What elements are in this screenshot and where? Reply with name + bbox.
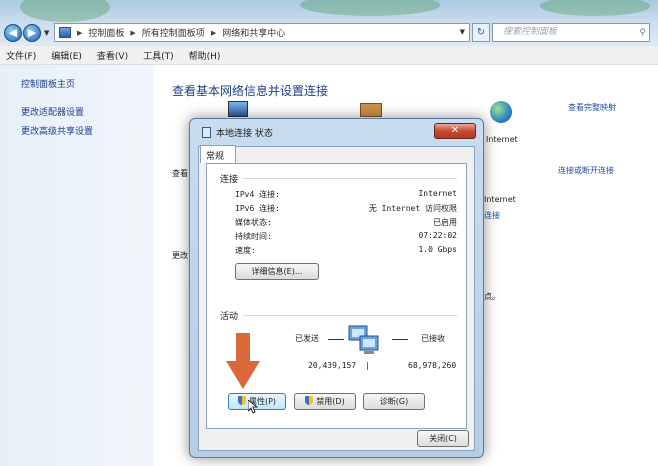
general-tab-panel: 连接 IPv4 连接: Internet IPv6 连接: 无 Internet… (206, 163, 467, 429)
close-icon: ✕ (450, 125, 460, 136)
row-label: IPv6 连接: (235, 204, 280, 213)
row-value: Internet (418, 189, 457, 198)
history-dropdown-icon[interactable]: ▼ (44, 29, 49, 37)
window-title-bar: ◀ ▶ ▼ ▶ 控制面板 ▶ 所有控制面板项 ▶ 网络和共享中心 ▼ ↻ 搜索控… (0, 0, 658, 46)
sidebar-item-control-panel-home[interactable]: 控制面板主页 (21, 77, 75, 90)
background-decoration (300, 0, 440, 16)
menu-help[interactable]: 帮助(H) (189, 49, 221, 62)
bytes-received-value: 68,978,260 (408, 361, 457, 370)
refresh-icon: ↻ (476, 27, 486, 38)
connection-group-label: 连接 (220, 175, 239, 185)
control-panel-icon (59, 27, 71, 38)
background-decoration (540, 0, 650, 16)
sent-dash (328, 339, 344, 340)
instruction-arrow-icon (226, 333, 260, 389)
sidebar-item-adapter-settings[interactable]: 更改适配器设置 (21, 105, 84, 118)
breadcrumb-control-panel[interactable]: 控制面板 (88, 26, 124, 39)
menu-tools[interactable]: 工具(T) (143, 49, 174, 62)
background-decoration (20, 0, 110, 22)
partial-connection-link[interactable]: 连接 (484, 210, 500, 221)
internet-label: Internet (486, 135, 518, 144)
partial-change-label: 更改 (172, 251, 188, 260)
received-dash (392, 339, 408, 340)
sidebar-item-advanced-sharing[interactable]: 更改高级共享设置 (21, 124, 93, 137)
breadcrumb-separator-icon[interactable]: ▶ (211, 29, 216, 37)
connect-disconnect-link[interactable]: 连接或断开连接 (558, 165, 614, 176)
computer-icon (228, 101, 248, 117)
breadcrumb-network-center[interactable]: 网络和共享中心 (222, 26, 285, 39)
row-value: 1.0 Gbps (418, 245, 457, 254)
group-divider (243, 315, 457, 316)
row-label: IPv4 连接: (235, 190, 280, 199)
activity-divider: | (365, 361, 370, 370)
partial-sentence-end: 点。 (484, 292, 500, 301)
sidebar: 控制面板主页 更改适配器设置 更改高级共享设置 (0, 65, 154, 466)
bytes-sent-value: 20,439,157 (308, 361, 357, 370)
search-placeholder: 搜索控制面板 (503, 27, 558, 37)
view-full-map-link[interactable]: 查看完整映射 (568, 102, 616, 113)
dialog-title: 本地连接 状态 (202, 126, 273, 139)
partial-view-label: 查看 (172, 169, 188, 178)
address-bar[interactable]: ▶ 控制面板 ▶ 所有控制面板项 ▶ 网络和共享中心 ▼ (54, 23, 470, 42)
back-button[interactable]: ◀ (4, 24, 22, 42)
details-button[interactable]: 详细信息(E)... (235, 263, 319, 280)
menu-edit[interactable]: 编辑(E) (51, 49, 82, 62)
menu-view[interactable]: 查看(V) (97, 49, 128, 62)
tab-general[interactable]: 常规 (200, 145, 236, 163)
activity-group-label: 活动 (220, 312, 239, 322)
row-value: 已启用 (433, 218, 457, 227)
back-arrow-icon: ◀ (8, 26, 18, 39)
row-value: 07:22:02 (418, 231, 457, 240)
dialog-title-text: 本地连接 状态 (216, 129, 273, 139)
forward-arrow-icon: ▶ (27, 26, 37, 39)
network-activity-icon (348, 325, 379, 354)
uac-shield-icon (237, 396, 246, 405)
menu-bar: 文件(F) 编辑(E) 查看(V) 工具(T) 帮助(H) (0, 46, 658, 65)
partial-internet-label: Internet (484, 195, 516, 204)
internet-globe-icon (490, 101, 512, 123)
forward-button[interactable]: ▶ (23, 24, 41, 42)
breadcrumb-separator-icon[interactable]: ▶ (130, 29, 135, 37)
disable-button[interactable]: 禁用(D) (294, 393, 356, 410)
breadcrumb-separator-icon[interactable]: ▶ (77, 29, 82, 37)
row-label: 速度: (235, 246, 256, 255)
group-divider (243, 178, 457, 179)
menu-file[interactable]: 文件(F) (6, 49, 36, 62)
mouse-pointer-icon (248, 400, 258, 414)
dialog-body: 连接 IPv4 连接: Internet IPv6 连接: 无 Internet… (198, 146, 475, 451)
received-label: 已接收 (421, 334, 445, 343)
uac-shield-icon (305, 396, 314, 405)
search-input[interactable]: 搜索控制面板 ⚲ (492, 23, 650, 42)
sent-label: 已发送 (295, 334, 319, 343)
network-adapter-icon (202, 127, 211, 138)
refresh-button[interactable]: ↻ (472, 23, 490, 42)
disable-button-label: 禁用(D) (316, 397, 345, 406)
search-icon[interactable]: ⚲ (639, 25, 646, 42)
row-value: 无 Internet 访问权限 (368, 204, 457, 213)
network-bench-icon (360, 103, 382, 117)
dialog-close-button[interactable]: ✕ (434, 123, 476, 139)
close-button[interactable]: 关闭(C) (417, 430, 469, 447)
row-label: 媒体状态: (235, 218, 272, 227)
address-dropdown-icon[interactable]: ▼ (460, 28, 465, 36)
breadcrumb-all-items[interactable]: 所有控制面板项 (142, 26, 205, 39)
local-connection-status-dialog: 本地连接 状态 ✕ 常规 连接 IPv4 连接: Internet IPv6 连… (189, 118, 484, 458)
page-title: 查看基本网络信息并设置连接 (172, 84, 329, 98)
diagnose-button[interactable]: 诊断(G) (363, 393, 425, 410)
row-label: 持续时间: (235, 232, 272, 241)
